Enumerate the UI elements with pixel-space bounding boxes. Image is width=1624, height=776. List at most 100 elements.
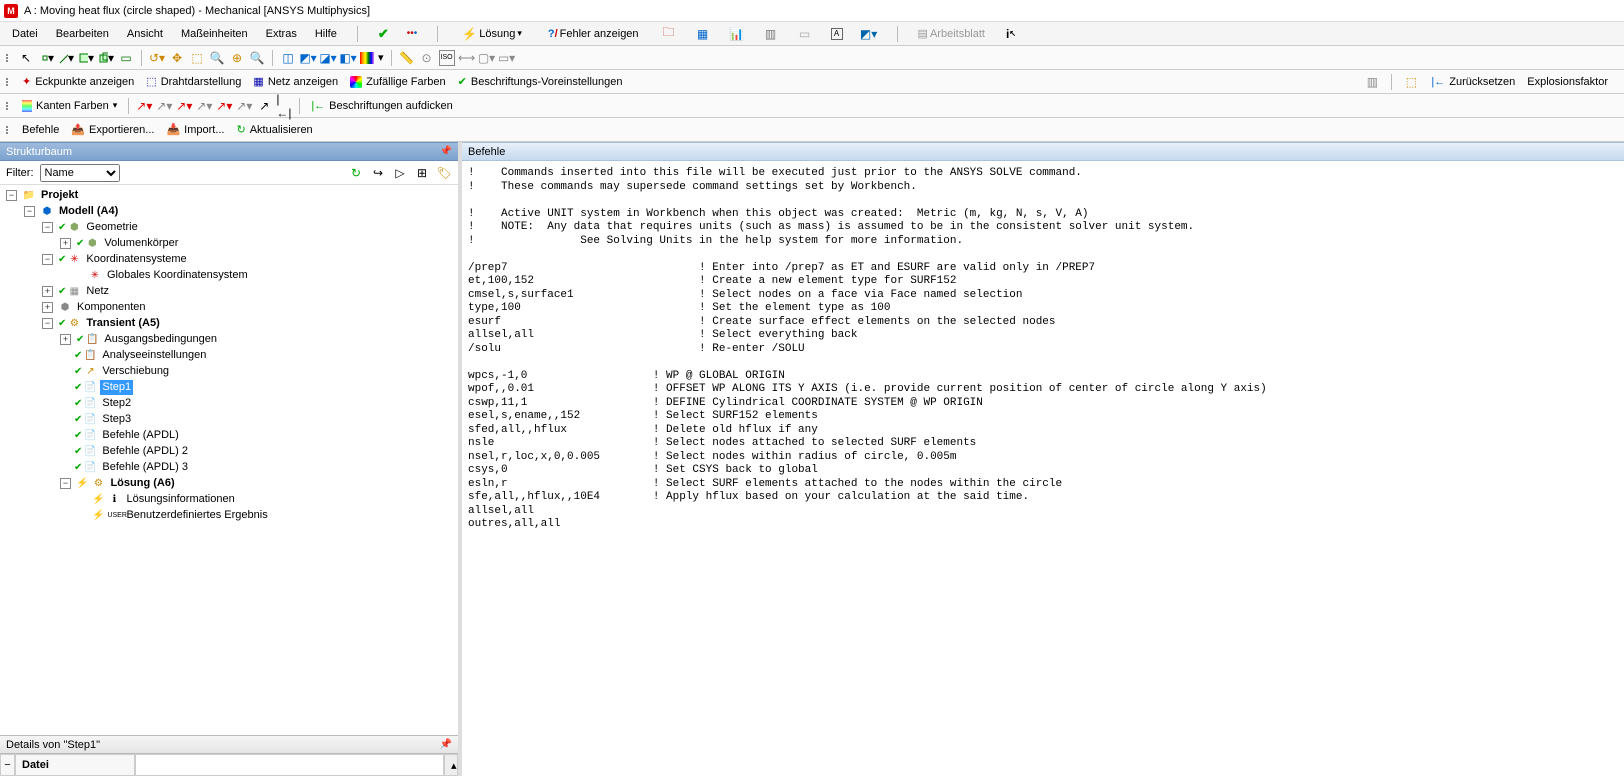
menu-extras[interactable]: Extras bbox=[266, 28, 297, 40]
tool-view-2[interactable]: ◩▾ bbox=[300, 50, 316, 66]
reset-view-button[interactable]: |←Zurücksetzen bbox=[1427, 74, 1519, 90]
random-colors-button[interactable]: Zufällige Farben bbox=[346, 74, 450, 90]
tool-probe[interactable]: ⊙ bbox=[419, 50, 435, 66]
tool-iso[interactable]: ISO bbox=[439, 50, 455, 66]
commands-code-view[interactable]: ! Commands inserted into this file will … bbox=[462, 161, 1624, 776]
toolbar-grip[interactable] bbox=[6, 54, 12, 62]
tool-view-3[interactable]: ◪▾ bbox=[320, 50, 336, 66]
menu-datei[interactable]: Datei bbox=[12, 28, 38, 40]
assembly-icon[interactable]: ⬚ bbox=[1403, 74, 1419, 90]
section-icon[interactable]: ▥ bbox=[1364, 74, 1380, 90]
tool-select-edge[interactable]: ▾ bbox=[58, 50, 74, 66]
tool-zoom[interactable]: 🔍 bbox=[209, 50, 225, 66]
solve-button[interactable]: ⚡ Lösung ▾ bbox=[458, 25, 526, 43]
tree-solution-info[interactable]: ⚡ℹLösungsinformationen bbox=[6, 491, 458, 507]
annotation-prefs-button[interactable]: ✔Beschriftungs-Voreinstellungen bbox=[454, 73, 627, 90]
details-pin-icon[interactable]: 📌 bbox=[440, 739, 452, 750]
toolbar-icon-6[interactable]: A bbox=[831, 28, 843, 40]
checkmark-icon[interactable]: ✔ bbox=[378, 26, 389, 42]
tree-components[interactable]: +⬢Komponenten bbox=[6, 299, 458, 315]
toolbar-grip-3[interactable] bbox=[6, 102, 12, 110]
toolbar-icon-2[interactable]: ▦ bbox=[695, 26, 711, 42]
toolbar-icon-5[interactable]: ▭ bbox=[797, 26, 813, 42]
tool-zoom-fit[interactable]: ⊕ bbox=[229, 50, 245, 66]
menu-bearbeiten[interactable]: Bearbeiten bbox=[56, 28, 109, 40]
tree-step2[interactable]: ✔📄Step2 bbox=[6, 395, 458, 411]
tree-apdl2[interactable]: ✔📄Befehle (APDL) 2 bbox=[6, 443, 458, 459]
tool-look-at[interactable]: 🔍 bbox=[249, 50, 265, 66]
tree-model[interactable]: −⬢Modell (A4) bbox=[6, 203, 458, 219]
import-button[interactable]: 📥Import... bbox=[162, 121, 228, 138]
edge-style-7[interactable]: ↗ bbox=[256, 98, 272, 114]
tree-user-result[interactable]: ⚡USERBenutzerdefiniertes Ergebnis bbox=[6, 507, 458, 523]
toolbar-icon-3[interactable]: 📊 bbox=[729, 26, 745, 42]
tool-view-1[interactable]: ◫ bbox=[280, 50, 296, 66]
tree-geometry[interactable]: −✔⬢Geometrie bbox=[6, 219, 458, 235]
tree-displacement[interactable]: ✔↗Verschiebung bbox=[6, 363, 458, 379]
menu-hilfe[interactable]: Hilfe bbox=[315, 28, 337, 40]
tool-palette[interactable] bbox=[360, 52, 374, 64]
tree-transient[interactable]: −✔⚙Transient (A5) bbox=[6, 315, 458, 331]
tree-apdl1[interactable]: ✔📄Befehle (APDL) bbox=[6, 427, 458, 443]
outline-tree[interactable]: −📁Projekt −⬢Modell (A4) −✔⬢Geometrie +✔⬢… bbox=[0, 185, 458, 735]
edge-style-1[interactable]: ↗▾ bbox=[136, 98, 152, 114]
tool-camera[interactable]: ▢▾ bbox=[479, 50, 495, 66]
tool-zoom-box[interactable]: ⬚ bbox=[189, 50, 205, 66]
show-mesh-button[interactable]: ▦Netz anzeigen bbox=[249, 73, 342, 90]
tool-pointer[interactable]: ↖ bbox=[18, 50, 34, 66]
tool-rotate[interactable]: ↺▾ bbox=[149, 50, 165, 66]
edge-style-2[interactable]: ↗▾ bbox=[156, 98, 172, 114]
filter-select[interactable]: Name bbox=[40, 164, 120, 182]
details-datei-value[interactable] bbox=[135, 754, 444, 776]
commands-label-btn[interactable]: Befehle bbox=[18, 122, 63, 138]
thicken-labels-button[interactable]: |←Beschriftungen aufdicken bbox=[307, 98, 456, 114]
dots-icon[interactable]: ••• bbox=[407, 28, 418, 39]
toolbar-grip-2[interactable] bbox=[6, 78, 12, 86]
tree-coordsys[interactable]: −✔✳Koordinatensysteme bbox=[6, 251, 458, 267]
tree-apdl3[interactable]: ✔📄Befehle (APDL) 3 bbox=[6, 459, 458, 475]
tree-volume[interactable]: +✔⬢Volumenkörper bbox=[6, 235, 458, 251]
show-vertices-button[interactable]: ✦Eckpunkte anzeigen bbox=[18, 73, 138, 90]
filter-icon-expand[interactable]: ↪ bbox=[370, 165, 386, 181]
filter-icon-next[interactable]: ▷ bbox=[392, 165, 408, 181]
tree-step3[interactable]: ✔📄Step3 bbox=[6, 411, 458, 427]
tool-select-face[interactable]: ▾ bbox=[78, 50, 94, 66]
edge-style-5[interactable]: ↗▾ bbox=[216, 98, 232, 114]
wireframe-button[interactable]: ⬚Drahtdarstellung bbox=[142, 73, 245, 90]
tree-initial-cond[interactable]: +✔📋Ausgangsbedingungen bbox=[6, 331, 458, 347]
info-cursor-icon[interactable]: i↖ bbox=[1003, 26, 1019, 42]
filter-icon-tag[interactable]: 🏷 bbox=[436, 165, 452, 181]
tool-pan[interactable]: ✥ bbox=[169, 50, 185, 66]
tool-light[interactable]: ▭▾ bbox=[499, 50, 515, 66]
edge-style-8[interactable]: |←| bbox=[276, 98, 292, 114]
tree-mesh[interactable]: +✔▦Netz bbox=[6, 283, 458, 299]
refresh-button[interactable]: ↻Aktualisieren bbox=[232, 121, 316, 138]
tool-select-vertex[interactable]: ▾ bbox=[38, 50, 54, 66]
tree-project[interactable]: −📁Projekt bbox=[6, 187, 458, 203]
menu-masseinheiten[interactable]: Maßeinheiten bbox=[181, 28, 248, 40]
edge-style-6[interactable]: ↗▾ bbox=[236, 98, 252, 114]
edge-style-4[interactable]: ↗▾ bbox=[196, 98, 212, 114]
tool-view-4[interactable]: ◧▾ bbox=[340, 50, 356, 66]
tool-ruler[interactable]: 📏 bbox=[399, 50, 415, 66]
filter-icon-refresh[interactable]: ↻ bbox=[348, 165, 364, 181]
toolbar-icon-7[interactable]: ◩▾ bbox=[861, 26, 877, 42]
edge-colors-button[interactable]: Kanten Farben▾ bbox=[18, 98, 121, 114]
tool-dim[interactable]: ⟷ bbox=[459, 50, 475, 66]
pin-icon[interactable]: 📌 bbox=[440, 146, 452, 157]
tree-solution[interactable]: −⚡⚙Lösung (A6) bbox=[6, 475, 458, 491]
details-scroll[interactable]: ▴ bbox=[444, 754, 458, 776]
toolbar-grip-4[interactable] bbox=[6, 126, 12, 134]
menu-ansicht[interactable]: Ansicht bbox=[127, 28, 163, 40]
filter-icon-collapse[interactable]: ⊞ bbox=[414, 165, 430, 181]
export-button[interactable]: 📤Exportieren... bbox=[67, 121, 158, 138]
tree-global-coord[interactable]: ✳Globales Koordinatensystem bbox=[6, 267, 458, 283]
details-expand[interactable]: − bbox=[0, 754, 15, 776]
toolbar-icon-1[interactable]: 🗀 bbox=[661, 26, 677, 42]
edge-style-3[interactable]: ↗▾ bbox=[176, 98, 192, 114]
toolbar-icon-4[interactable]: ▥ bbox=[763, 26, 779, 42]
tool-select-box[interactable]: ▭ bbox=[118, 50, 134, 66]
tool-select-body[interactable]: ▾ bbox=[98, 50, 114, 66]
show-errors-button[interactable]: ?/ Fehler anzeigen bbox=[544, 26, 643, 42]
tree-analysis-settings[interactable]: ✔📋Analyseeinstellungen bbox=[6, 347, 458, 363]
